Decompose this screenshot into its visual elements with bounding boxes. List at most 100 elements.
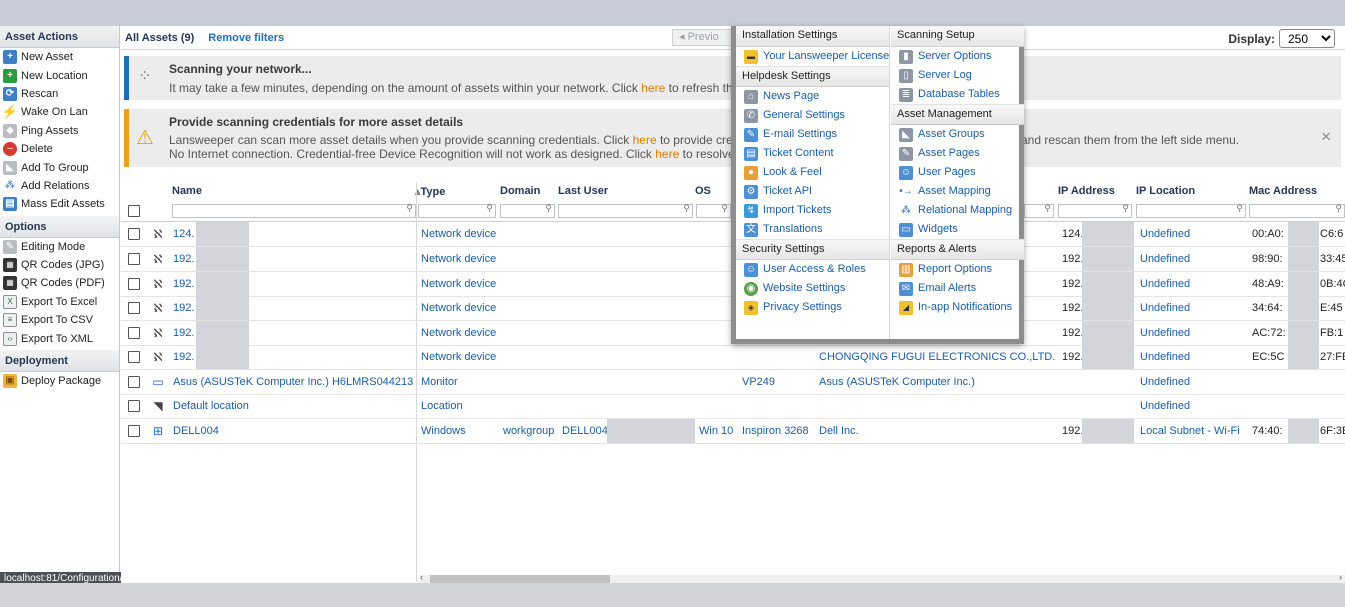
ip-location-link[interactable]: Local Subnet - Wi-Fi — [1140, 425, 1240, 437]
menu-report-options[interactable]: ▥ Report Options — [891, 260, 1024, 279]
asset-name-link[interactable]: DELL004 — [173, 425, 219, 437]
menu-ticket-content[interactable]: ▤ Ticket Content — [736, 144, 889, 163]
manufacturer-link[interactable]: CHONGQING FUGUI ELECTRONICS CO.,LTD. — [819, 351, 1055, 363]
asset-type-link[interactable]: Windows — [421, 425, 466, 437]
row-checkbox[interactable] — [128, 228, 140, 240]
domain-link[interactable]: workgroup — [503, 425, 554, 437]
deploy-package-button[interactable]: ▣ Deploy Package — [0, 372, 119, 390]
menu-server-options[interactable]: ▮ Server Options — [891, 47, 1024, 66]
asset-type-link[interactable]: Network device — [421, 253, 496, 265]
col-domain[interactable]: Domain — [500, 185, 540, 197]
menu-email-settings[interactable]: ✎ E-mail Settings — [736, 125, 889, 144]
col-type[interactable]: ▴Type — [415, 185, 445, 198]
filter-type[interactable] — [418, 203, 496, 218]
row-checkbox[interactable] — [128, 278, 140, 290]
display-count-select[interactable]: 250 — [1279, 29, 1335, 48]
asset-type-link[interactable]: Network device — [421, 351, 496, 363]
menu-privacy-settings[interactable]: ◈ Privacy Settings — [736, 298, 889, 317]
asset-name-link[interactable]: 192. — [173, 253, 194, 265]
menu-translations[interactable]: 文 Translations — [736, 220, 889, 239]
filter-manufacturer[interactable] — [1024, 203, 1054, 218]
wake-on-lan-button[interactable]: ⚡ Wake On Lan — [0, 103, 119, 121]
asset-name-link[interactable]: 192. — [173, 327, 194, 339]
asset-name-link[interactable]: Asus (ASUSTeK Computer Inc.) H6LMRS04421… — [173, 376, 413, 388]
resolve-here-link[interactable]: here — [655, 147, 679, 161]
filter-ip-location[interactable] — [1136, 203, 1246, 218]
qr-codes-jpg-button[interactable]: ▦ QR Codes (JPG) — [0, 256, 119, 274]
ip-location-link[interactable]: Undefined — [1140, 327, 1190, 339]
menu-ticket-api[interactable]: ⚙ Ticket API — [736, 182, 889, 201]
asset-name-link[interactable]: 192. — [173, 351, 194, 363]
manufacturer-link[interactable]: Dell Inc. — [819, 425, 859, 437]
horizontal-scrollbar[interactable]: ‹ › — [420, 572, 1345, 583]
filter-os[interactable] — [696, 203, 731, 218]
menu-relational-mapping[interactable]: ⁂ Relational Mapping — [891, 201, 1024, 220]
table-row[interactable]: ⊞ DELL004 Windows workgroup DELL004 Win … — [121, 419, 1345, 444]
filter-ip[interactable] — [1058, 203, 1132, 218]
mass-edit-assets-button[interactable]: ▤ Mass Edit Assets — [0, 195, 119, 213]
row-checkbox[interactable] — [128, 327, 140, 339]
asset-type-link[interactable]: Network device — [421, 228, 496, 240]
row-checkbox[interactable] — [128, 253, 140, 265]
menu-user-access-roles[interactable]: ☺ User Access & Roles — [736, 260, 889, 279]
model-link[interactable]: VP249 — [742, 376, 775, 388]
provide-credentials-link[interactable]: here — [633, 133, 657, 147]
col-name[interactable]: Name — [172, 185, 202, 197]
model-link[interactable]: Inspiron 3268 — [742, 425, 809, 437]
row-checkbox[interactable] — [128, 425, 140, 437]
add-relations-button[interactable]: ⁂ Add Relations — [0, 177, 119, 195]
new-asset-button[interactable]: + New Asset — [0, 48, 119, 66]
menu-asset-groups[interactable]: ◣ Asset Groups — [891, 125, 1024, 144]
export-to-xml-button[interactable]: ‹› Export To XML — [0, 329, 119, 347]
menu-your-license[interactable]: ▬ Your Lansweeper License — [736, 47, 889, 66]
new-location-button[interactable]: + New Location — [0, 66, 119, 84]
asset-type-link[interactable]: Monitor — [421, 376, 458, 388]
remove-filters-link[interactable]: Remove filters — [208, 32, 284, 44]
delete-button[interactable]: – Delete — [0, 140, 119, 158]
rescan-button[interactable]: ⟳ Rescan — [0, 85, 119, 103]
asset-name-link[interactable]: 124. — [173, 228, 194, 240]
menu-widgets[interactable]: ▭ Widgets — [891, 220, 1024, 239]
menu-user-pages[interactable]: ☺ User Pages — [891, 163, 1024, 182]
export-to-csv-button[interactable]: ≡ Export To CSV — [0, 311, 119, 329]
editing-mode-button[interactable]: ✎ Editing Mode — [0, 238, 119, 256]
asset-type-link[interactable]: Location — [421, 400, 463, 412]
refresh-here-link[interactable]: here — [641, 81, 665, 95]
ip-location-link[interactable]: Undefined — [1140, 400, 1190, 412]
ping-assets-button[interactable]: ◆ Ping Assets — [0, 122, 119, 140]
menu-asset-pages[interactable]: ✎ Asset Pages — [891, 144, 1024, 163]
row-checkbox[interactable] — [128, 400, 140, 412]
menu-asset-mapping[interactable]: •→ Asset Mapping — [891, 182, 1024, 201]
filter-mac[interactable] — [1249, 203, 1345, 218]
col-ip-address[interactable]: IP Address — [1058, 185, 1115, 197]
menu-in-app-notifications[interactable]: ◢ In-app Notifications — [891, 298, 1024, 317]
asset-type-link[interactable]: Network device — [421, 327, 496, 339]
asset-type-link[interactable]: Network device — [421, 302, 496, 314]
row-checkbox[interactable] — [128, 376, 140, 388]
select-all-checkbox[interactable] — [128, 205, 140, 217]
asset-name-link[interactable]: 192. — [173, 302, 194, 314]
table-row[interactable]: ℵ 192. Network device CHONGQING FUGUI EL… — [121, 345, 1345, 370]
col-os[interactable]: OS — [695, 185, 711, 197]
scrollbar-thumb[interactable] — [430, 575, 610, 583]
asset-name-link[interactable]: Default location — [173, 400, 249, 412]
menu-database-tables[interactable]: ≣ Database Tables — [891, 85, 1024, 104]
col-ip-location[interactable]: IP Location — [1136, 185, 1195, 197]
menu-server-log[interactable]: ▯ Server Log — [891, 66, 1024, 85]
qr-codes-pdf-button[interactable]: ▦ QR Codes (PDF) — [0, 274, 119, 292]
menu-general-settings[interactable]: ✆ General Settings — [736, 106, 889, 125]
filter-last-user[interactable] — [558, 203, 693, 218]
ip-location-link[interactable]: Undefined — [1140, 228, 1190, 240]
table-row[interactable]: ◥ Default location Location Undefined — [121, 394, 1345, 419]
row-checkbox[interactable] — [128, 302, 140, 314]
export-to-excel-button[interactable]: X Export To Excel — [0, 293, 119, 311]
ip-location-link[interactable]: Undefined — [1140, 351, 1190, 363]
scroll-left-icon[interactable]: ‹ — [420, 572, 423, 582]
ip-location-link[interactable]: Undefined — [1140, 278, 1190, 290]
menu-news-page[interactable]: ⌂ News Page — [736, 87, 889, 106]
col-mac-address[interactable]: Mac Address — [1249, 185, 1317, 197]
row-checkbox[interactable] — [128, 351, 140, 363]
last-user-link[interactable]: DELL004 — [562, 425, 608, 437]
menu-email-alerts[interactable]: ✉ Email Alerts — [891, 279, 1024, 298]
manufacturer-link[interactable]: Asus (ASUSTeK Computer Inc.) — [819, 376, 975, 388]
